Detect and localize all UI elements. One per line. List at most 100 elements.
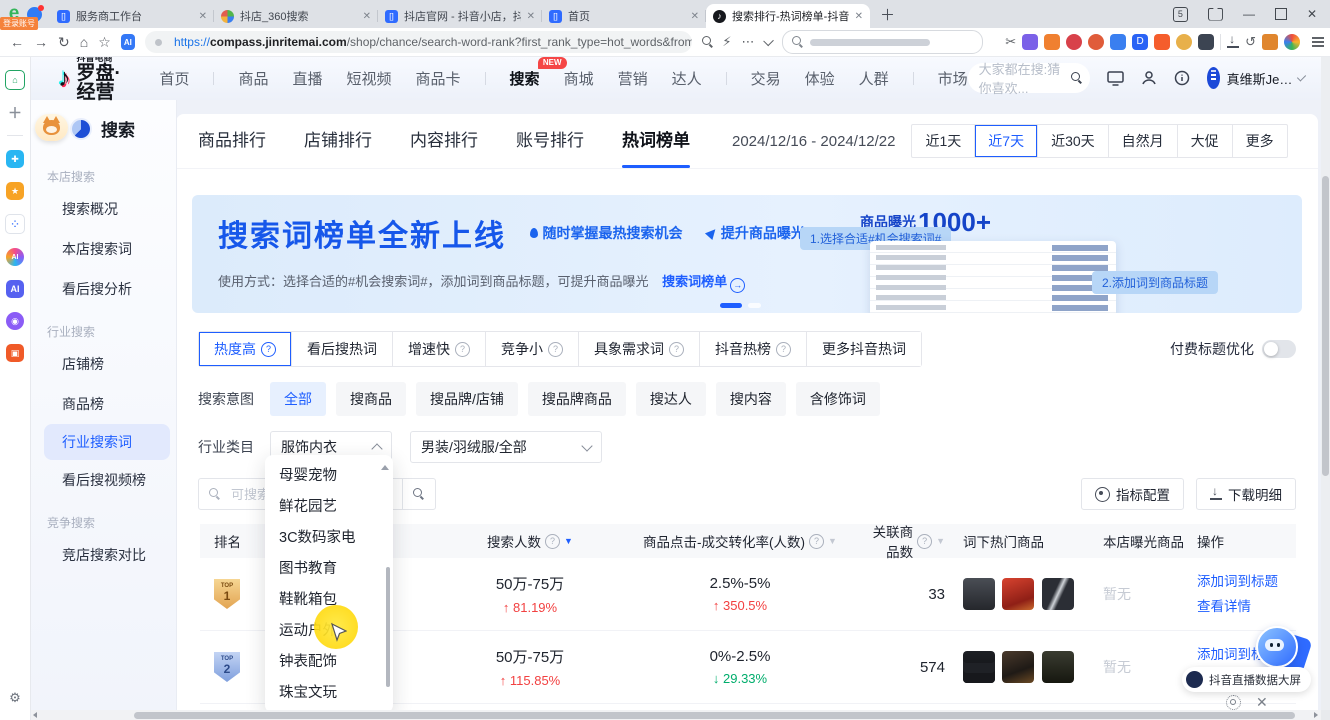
chip-watch-search[interactable]: 看后搜热词: [292, 332, 393, 366]
nav-experience[interactable]: 体验: [805, 68, 835, 89]
rail-app-icon[interactable]: ✚: [6, 150, 24, 168]
assistant-settings-gear-icon[interactable]: [1226, 695, 1241, 710]
menu-icon[interactable]: [1312, 41, 1324, 43]
account-avatar[interactable]: [1207, 67, 1220, 89]
dropdown-option-mother-baby[interactable]: 母婴宠物: [265, 461, 393, 492]
col-conversion[interactable]: 商品点击-成交转化率(人数)?▼: [620, 531, 860, 551]
range-promo[interactable]: 大促: [1177, 125, 1232, 157]
tab-close-icon[interactable]: ✕: [199, 11, 207, 22]
chip-douyin-hot[interactable]: 抖音热榜?: [700, 332, 807, 366]
col-related-goods[interactable]: 关联商品数?▼: [860, 521, 945, 561]
dropdown-option-flowers[interactable]: 鲜花园艺: [265, 492, 393, 523]
fox-helper-widget[interactable]: [35, 114, 68, 141]
rail-graph-app-icon[interactable]: ⁘: [5, 214, 25, 234]
chip-more-hot-words[interactable]: 更多抖音热词: [807, 332, 921, 366]
product-thumb[interactable]: [963, 651, 995, 683]
sort-icon[interactable]: ▼: [828, 536, 837, 546]
product-thumb[interactable]: [1042, 651, 1074, 683]
more-tools-icon[interactable]: ⋯: [742, 34, 755, 50]
nav-goods-card[interactable]: 商品卡: [416, 68, 461, 89]
browser-tab[interactable]: [] 抖店官网 - 抖音小店，抖音电 ✕: [378, 4, 542, 28]
nav-goods[interactable]: 商品: [238, 68, 268, 89]
range-more[interactable]: 更多: [1232, 125, 1287, 157]
chip-concrete-demand[interactable]: 具象需求词?: [579, 332, 700, 366]
browser-tab[interactable]: 抖店_360搜索 ✕: [214, 4, 378, 28]
scroll-left-icon[interactable]: [33, 712, 37, 718]
intent-content[interactable]: 搜内容: [716, 382, 786, 416]
reload-button[interactable]: ↻: [58, 35, 70, 49]
vertical-scrollbar-thumb[interactable]: [1322, 176, 1329, 476]
zoom-search-icon[interactable]: [702, 36, 713, 48]
window-close-button[interactable]: ✕: [1307, 7, 1317, 21]
dropdown-option-books[interactable]: 图书教育: [265, 554, 393, 585]
dropdown-option-3c[interactable]: 3C数码家电: [265, 523, 393, 554]
sidebar-item-competitor-compare[interactable]: 竞店搜索对比: [30, 535, 176, 575]
category-secondary-select[interactable]: 男装/羽绒服/全部: [410, 431, 602, 463]
downloads-icon[interactable]: [1227, 36, 1239, 48]
search-submit-button[interactable]: [402, 479, 435, 509]
chip-hot-active[interactable]: 热度高?: [199, 332, 292, 366]
extension-icon[interactable]: [1088, 34, 1104, 50]
sidebar-item-shop-search-words[interactable]: 本店搜索词: [30, 229, 176, 269]
tab-content-rank[interactable]: 内容排行: [410, 114, 478, 168]
tab-shop-rank[interactable]: 店铺排行: [304, 114, 372, 168]
horizontal-scrollbar[interactable]: [30, 710, 1321, 720]
nav-search-active[interactable]: 搜索NEW: [510, 68, 540, 89]
sidebar-item-goods-rank[interactable]: 商品榜: [30, 384, 176, 424]
rail-ai-blue-icon[interactable]: AI: [6, 280, 24, 298]
rail-star-app-icon[interactable]: ★: [6, 182, 24, 200]
theme-skin-icon[interactable]: [1208, 8, 1223, 21]
intent-brand-goods[interactable]: 搜品牌商品: [528, 382, 626, 416]
nav-audience[interactable]: 人群: [859, 68, 889, 89]
rail-purple-app-icon[interactable]: ◉: [6, 312, 24, 330]
quick-search-box[interactable]: [782, 30, 984, 54]
sidebar-item-search-overview[interactable]: 搜索概况: [30, 189, 176, 229]
rail-settings-gear-icon[interactable]: ⚙: [9, 690, 21, 706]
intent-all-active[interactable]: 全部: [270, 382, 326, 416]
rail-game-app-icon[interactable]: ▣: [6, 344, 24, 362]
extension-d-icon[interactable]: D: [1132, 34, 1148, 50]
chevron-down-icon[interactable]: [763, 35, 774, 46]
profile-wheel-icon[interactable]: [1284, 34, 1300, 50]
nav-live[interactable]: 直播: [293, 68, 323, 89]
rail-ai-color-icon[interactable]: AI: [6, 248, 24, 266]
intent-goods[interactable]: 搜商品: [336, 382, 406, 416]
carousel-dot[interactable]: [748, 303, 761, 308]
minimize-button[interactable]: —: [1243, 7, 1255, 21]
extension-game-icon[interactable]: [1044, 34, 1060, 50]
browser-tab-active[interactable]: ♪ 搜索排行-热词榜单-抖音电商 ✕: [706, 4, 870, 28]
intent-modifier[interactable]: 含修饰词: [796, 382, 880, 416]
add-word-to-title-link[interactable]: 添加词到标题: [1197, 569, 1296, 594]
bookmark-icon[interactable]: ☆: [98, 35, 111, 49]
forward-button[interactable]: →: [34, 35, 48, 49]
tab-hot-words-active[interactable]: 热词榜单: [622, 114, 690, 168]
ai-assistant-icon[interactable]: AI: [121, 34, 135, 50]
dog-extension-icon[interactable]: [1176, 34, 1192, 50]
browser-tab[interactable]: [] 服务商工作台 ✕: [50, 4, 214, 28]
dropdown-option-jewelry[interactable]: 珠宝文玩: [265, 678, 393, 709]
range-30d[interactable]: 近30天: [1037, 125, 1108, 157]
add-icon[interactable]: ＋: [6, 104, 24, 122]
tab-account-rank[interactable]: 账号排行: [516, 114, 584, 168]
banner-link[interactable]: 搜索词榜单→: [662, 274, 745, 289]
intent-brand-shop[interactable]: 搜品牌/店铺: [416, 382, 518, 416]
tab-close-icon[interactable]: ✕: [855, 11, 863, 22]
home-icon[interactable]: ⌂: [5, 70, 25, 90]
address-bar[interactable]: https://compass.jinritemai.com/shop/chan…: [145, 31, 692, 53]
scroll-right-icon[interactable]: [1314, 712, 1318, 718]
extension-icon[interactable]: [1066, 34, 1082, 50]
tab-goods-rank[interactable]: 商品排行: [198, 114, 266, 168]
chip-low-competition[interactable]: 竞争小?: [486, 332, 579, 366]
extension-icon[interactable]: [1022, 34, 1038, 50]
horizontal-scrollbar-thumb[interactable]: [134, 712, 1295, 719]
range-1d[interactable]: 近1天: [912, 125, 974, 157]
scroll-up-icon[interactable]: [381, 465, 389, 470]
col-search-count[interactable]: 搜索人数?▼: [440, 531, 620, 551]
dropdown-scrollbar-thumb[interactable]: [386, 567, 390, 687]
assistant-close-icon[interactable]: ✕: [1256, 694, 1268, 711]
sidebar-item-watch-search-video-rank[interactable]: 看后搜视频榜: [30, 460, 176, 500]
sidebar-item-industry-search-words[interactable]: 行业搜索词: [44, 424, 170, 460]
nav-marketing[interactable]: 营销: [618, 68, 648, 89]
quick-action-icon[interactable]: ⚡: [722, 34, 731, 50]
intent-talent[interactable]: 搜达人: [636, 382, 706, 416]
